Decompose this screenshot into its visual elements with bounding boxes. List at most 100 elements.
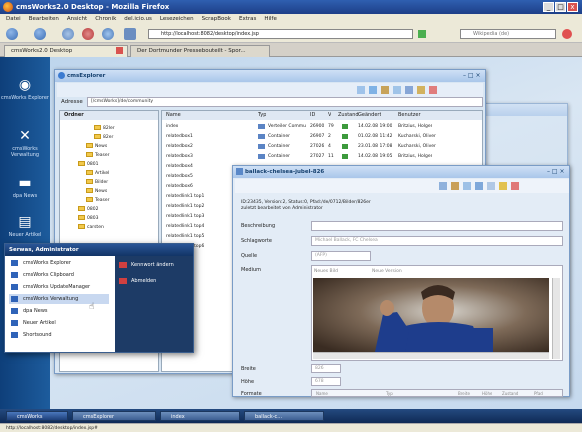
folder-tree-item[interactable]: 82ler xyxy=(94,125,115,133)
table-row[interactable]: relatedbox1 Container 26907 2 01.02.08 11:42… xyxy=(162,132,482,141)
explorer-window-controls[interactable]: – □ × xyxy=(463,72,481,79)
tab-close-icon[interactable] xyxy=(116,47,123,54)
image-copy-icon[interactable] xyxy=(463,182,471,190)
url-field[interactable]: http://localhost:8082/desktop/index.jsp xyxy=(148,29,413,39)
close-icon[interactable]: x xyxy=(567,2,578,12)
image-delete-icon[interactable] xyxy=(511,182,519,190)
cell-name: relatedlink1 top3 xyxy=(166,214,205,219)
reload-icon[interactable] xyxy=(62,28,74,40)
tab-pressebouteilt[interactable]: Der Dortmunder Pressebouteilt - Spor... xyxy=(130,45,270,57)
neues-bild-button[interactable]: Neues Bild xyxy=(314,267,338,276)
image-edit-icon[interactable] xyxy=(451,182,459,190)
menu-ansicht[interactable]: Ansicht xyxy=(67,14,87,25)
toolbar-delete-icon[interactable] xyxy=(429,86,437,94)
start-item-explorer[interactable]: cmsWorks Explorer xyxy=(9,258,109,268)
column-v[interactable]: V xyxy=(328,111,331,120)
kennwort-aendern-button[interactable]: Kennwort ändern xyxy=(119,260,174,270)
folder-tree-item[interactable]: 82er xyxy=(94,134,113,142)
taskbar-ballack[interactable]: ballack-c... xyxy=(244,411,324,421)
desktop-icon-dpa-news[interactable]: ▬ dpa News xyxy=(0,175,50,199)
folder-tree-item[interactable]: 0802 xyxy=(78,206,98,214)
folder-tree-item[interactable]: Teaser xyxy=(86,197,109,205)
image-scrollbar-h[interactable] xyxy=(313,352,549,359)
folder-icon xyxy=(78,215,85,220)
menu-datei[interactable]: Datei xyxy=(6,14,21,25)
folder-tree-item[interactable]: carsten xyxy=(78,224,104,232)
table-row[interactable]: relatedbox3 Container 27027 11 14.02.08 19:0… xyxy=(162,152,482,161)
column-benutzer[interactable]: Benutzer xyxy=(398,111,421,120)
start-item-shortsound[interactable]: Shortsound xyxy=(9,330,109,340)
menu-lesezeichen[interactable]: Lesezeichen xyxy=(160,14,194,25)
toolbar-folder-icon[interactable] xyxy=(417,86,425,94)
search-field[interactable]: Wikipedia (de) xyxy=(460,29,556,39)
image-window-controls[interactable]: – □ × xyxy=(547,168,565,175)
toolbar-edit-icon[interactable] xyxy=(381,86,389,94)
menu-chronik[interactable]: Chronik xyxy=(95,14,116,25)
folder-tree-item[interactable]: Artikel xyxy=(86,170,109,178)
bookmark-icon[interactable] xyxy=(124,28,136,40)
home-icon[interactable] xyxy=(102,28,114,40)
menu-bearbeiten[interactable]: Bearbeiten xyxy=(29,14,59,25)
toolbar-paste-icon[interactable] xyxy=(393,86,401,94)
address-label: Adresse xyxy=(61,99,83,105)
menu-scrapbook[interactable]: ScrapBook xyxy=(202,14,231,25)
menu-delicious[interactable]: del.icio.us xyxy=(124,14,152,25)
toolbar-new-icon[interactable] xyxy=(357,86,365,94)
address-field[interactable]: [/cmsWorks]/de/community xyxy=(87,97,483,107)
folder-tree-item[interactable]: 0801 xyxy=(78,161,98,169)
maximize-icon[interactable]: □ xyxy=(555,2,566,12)
start-item-neuer-artikel[interactable]: Neuer Artikel xyxy=(9,318,109,328)
tab-cmsworks-desktop[interactable]: cmsWorks2.0 Desktop xyxy=(4,45,128,57)
table-row[interactable]: index Verteiler Commu 26900 79 14.02.08 19:0… xyxy=(162,122,482,131)
column-id[interactable]: ID xyxy=(310,111,315,120)
go-icon[interactable] xyxy=(418,30,426,38)
toolbar-copy-icon[interactable] xyxy=(369,86,377,94)
neue-version-button[interactable]: Neue Version xyxy=(372,267,402,276)
desktop-icon-explorer[interactable]: ◉ cmsWorks Explorer xyxy=(0,77,50,101)
table-row[interactable]: relatedbox2 Container 27026 4 23.01.08 17:08… xyxy=(162,142,482,151)
minimize-icon[interactable]: _ xyxy=(543,2,554,12)
column-typ[interactable]: Typ xyxy=(258,111,266,120)
column-geaendert[interactable]: Geändert xyxy=(358,111,381,120)
key-icon xyxy=(119,262,127,268)
folder-tree-item[interactable]: 0803 xyxy=(78,215,98,223)
menu-extras[interactable]: Extras xyxy=(239,14,256,25)
taskbar-index[interactable]: index xyxy=(160,411,240,421)
hoehe-field[interactable]: 678 xyxy=(311,377,341,386)
image-scrollbar-v[interactable] xyxy=(552,278,560,359)
image-folder-icon[interactable] xyxy=(499,182,507,190)
desktop-icon-verwaltung[interactable]: ✕ cmsWorks Verwaltung xyxy=(0,128,50,158)
taskbar-cmsexplorer[interactable]: cmsExplorer xyxy=(72,411,156,421)
start-button[interactable]: cmsWorks xyxy=(6,411,68,421)
desktop-icon-neuer-artikel[interactable]: ▤ Neuer Artikel xyxy=(0,214,50,238)
addon-icon[interactable] xyxy=(562,29,572,39)
breite-field[interactable]: 826 xyxy=(311,364,341,373)
cell-typ: Container xyxy=(268,144,290,149)
column-name[interactable]: Name xyxy=(166,111,181,120)
image-save-icon[interactable] xyxy=(439,182,447,190)
folder-tree-item[interactable]: News xyxy=(86,188,107,196)
start-item-updatemanager[interactable]: cmsWorks UpdateManager xyxy=(9,282,109,292)
image-view-icon[interactable] xyxy=(475,182,483,190)
start-item-clipboard[interactable]: cmsWorks Clipboard xyxy=(9,270,109,280)
cell-name: relatedbox2 xyxy=(166,144,193,149)
folder-tree-item[interactable]: News xyxy=(86,143,107,151)
folder-tree-item[interactable]: Teaser xyxy=(86,152,109,160)
abmelden-button[interactable]: Abmelden xyxy=(119,276,156,286)
column-zustand[interactable]: Zustand xyxy=(338,111,359,120)
cell-id: 26900 xyxy=(310,124,325,129)
toolbar-view-icon[interactable] xyxy=(405,86,413,94)
menu-hilfe[interactable]: Hilfe xyxy=(264,14,277,25)
folder-tree-item[interactable]: Bilder xyxy=(86,179,108,187)
stop-icon[interactable] xyxy=(82,28,94,40)
schlagworte-field[interactable]: Michael Ballack, FC Chelsea xyxy=(311,236,563,246)
browser-nav-bar: http://localhost:8082/desktop/index.jsp … xyxy=(0,25,582,43)
image-info-icon[interactable] xyxy=(487,182,495,190)
quelle-field[interactable]: (AFP) xyxy=(311,251,371,261)
beschreibung-field[interactable] xyxy=(311,221,563,231)
status-icon xyxy=(342,154,348,159)
cell-date: 14.02.08 19:05 xyxy=(358,154,393,159)
globe-icon xyxy=(11,260,18,266)
back-icon[interactable] xyxy=(6,28,18,40)
forward-icon[interactable] xyxy=(34,28,46,40)
